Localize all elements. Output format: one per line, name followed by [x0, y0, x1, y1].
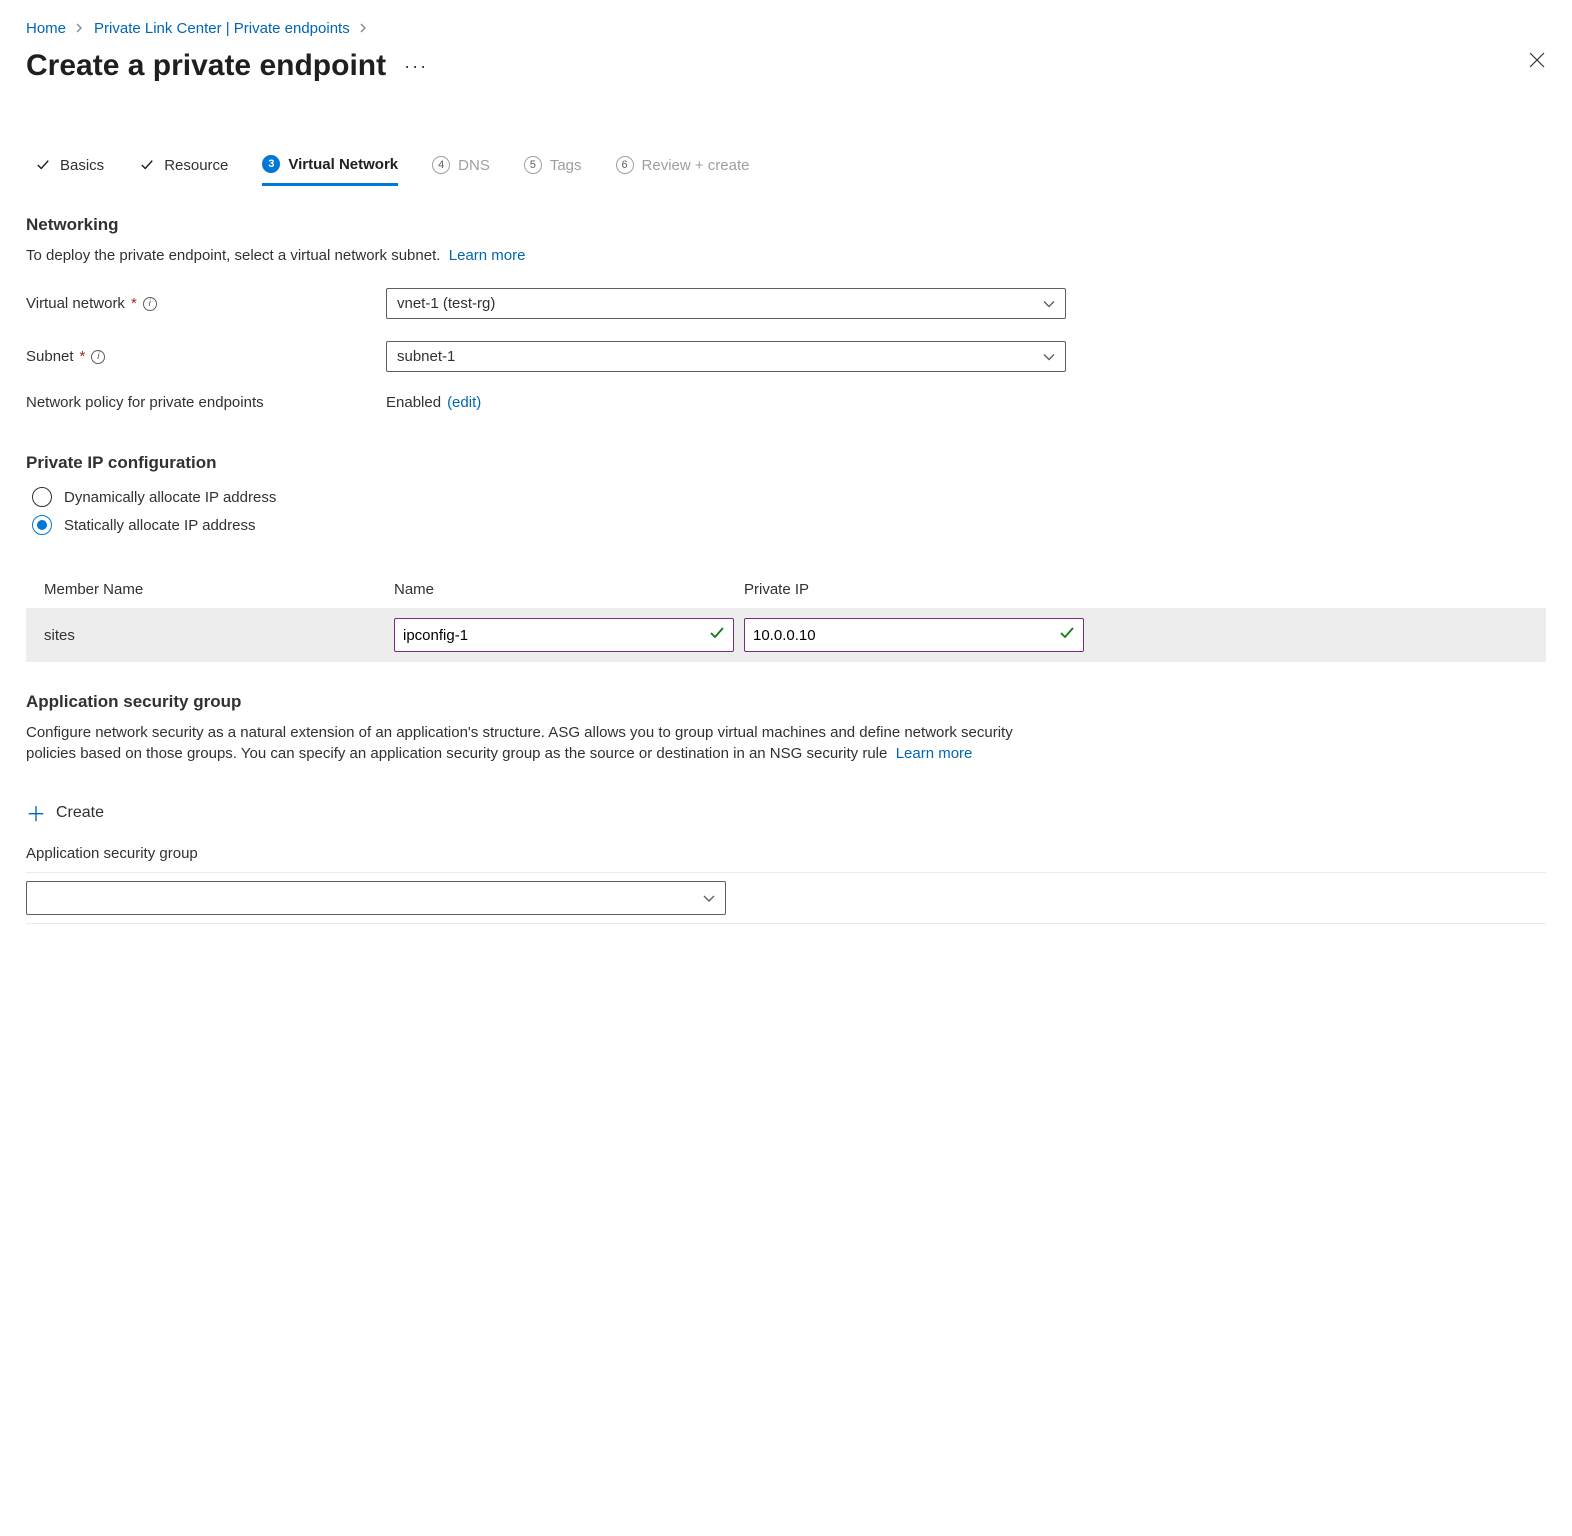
- radio-icon: [32, 515, 52, 535]
- edit-policy-link[interactable]: (edit): [447, 394, 481, 411]
- name-field[interactable]: [403, 627, 709, 644]
- wizard-tabs: Basics Resource 3 Virtual Network 4 DNS …: [26, 147, 1546, 185]
- subnet-select[interactable]: subnet-1: [386, 341, 1066, 372]
- step-number: 6: [616, 156, 634, 174]
- step-number: 5: [524, 156, 542, 174]
- networking-desc: To deploy the private endpoint, select a…: [26, 245, 1056, 266]
- close-icon[interactable]: [1528, 49, 1546, 75]
- virtual-network-select[interactable]: vnet-1 (test-rg): [386, 288, 1066, 319]
- asg-column-label: Application security group: [26, 845, 1546, 862]
- create-asg-button[interactable]: ＋ Create: [26, 798, 104, 827]
- asg-desc: Configure network security as a natural …: [26, 722, 1056, 764]
- chevron-down-icon: [703, 890, 715, 906]
- info-icon[interactable]: i: [91, 350, 105, 364]
- check-icon: [34, 156, 52, 174]
- network-policy-value: Enabled: [386, 394, 441, 411]
- private-ip-input[interactable]: [744, 618, 1084, 652]
- chevron-right-icon: [360, 22, 368, 36]
- learn-more-link[interactable]: Learn more: [449, 247, 526, 264]
- col-name: Name: [394, 581, 734, 598]
- info-icon[interactable]: i: [143, 297, 157, 311]
- plus-icon: ＋: [26, 798, 46, 827]
- breadcrumb-plc[interactable]: Private Link Center | Private endpoints: [94, 20, 350, 37]
- tab-tags[interactable]: 5 Tags: [524, 148, 582, 184]
- col-member-name: Member Name: [44, 581, 384, 598]
- chevron-down-icon: [1043, 295, 1055, 312]
- required-asterisk: *: [80, 348, 86, 365]
- asg-select[interactable]: [26, 881, 726, 915]
- tab-virtual-network[interactable]: 3 Virtual Network: [262, 147, 398, 186]
- step-number: 3: [262, 155, 280, 173]
- ip-allocation-radio-group: Dynamically allocate IP address Statical…: [26, 487, 1546, 535]
- network-policy-label: Network policy for private endpoints: [26, 394, 386, 411]
- tab-dns[interactable]: 4 DNS: [432, 148, 490, 184]
- check-icon: [709, 625, 725, 645]
- page-title: Create a private endpoint: [26, 49, 386, 83]
- breadcrumb: Home Private Link Center | Private endpo…: [26, 20, 1546, 37]
- more-icon[interactable]: ···: [404, 56, 428, 77]
- ip-config-table: Member Name Name Private IP sites: [26, 571, 1546, 662]
- private-ip-heading: Private IP configuration: [26, 453, 1546, 473]
- learn-more-link[interactable]: Learn more: [896, 745, 973, 762]
- asg-heading: Application security group: [26, 692, 1546, 712]
- required-asterisk: *: [131, 295, 137, 312]
- member-name-value: sites: [44, 627, 384, 644]
- step-number: 4: [432, 156, 450, 174]
- tab-review-create[interactable]: 6 Review + create: [616, 148, 750, 184]
- private-ip-field[interactable]: [753, 627, 1059, 644]
- networking-heading: Networking: [26, 215, 1546, 235]
- col-private-ip: Private IP: [744, 581, 1084, 598]
- radio-dynamic[interactable]: Dynamically allocate IP address: [32, 487, 1546, 507]
- chevron-down-icon: [1043, 348, 1055, 365]
- table-row: sites: [26, 608, 1546, 662]
- check-icon: [138, 156, 156, 174]
- chevron-right-icon: [76, 22, 84, 36]
- name-input[interactable]: [394, 618, 734, 652]
- subnet-label: Subnet * i: [26, 348, 386, 365]
- radio-icon: [32, 487, 52, 507]
- radio-static[interactable]: Statically allocate IP address: [32, 515, 1546, 535]
- check-icon: [1059, 625, 1075, 645]
- tab-resource[interactable]: Resource: [138, 148, 228, 184]
- virtual-network-label: Virtual network * i: [26, 295, 386, 312]
- breadcrumb-home[interactable]: Home: [26, 20, 66, 37]
- tab-basics[interactable]: Basics: [34, 148, 104, 184]
